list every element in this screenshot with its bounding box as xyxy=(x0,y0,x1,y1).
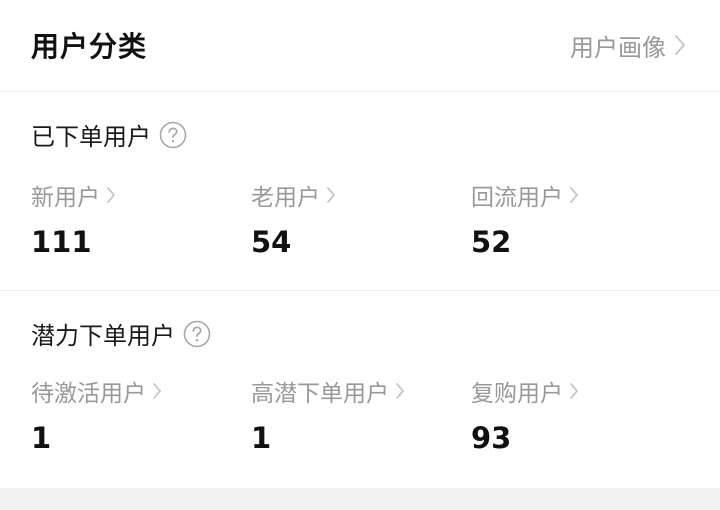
stat-label: 回流用户 xyxy=(471,185,563,211)
stat-repurchase-users[interactable]: 复购用户 93 xyxy=(471,374,671,455)
stat-old-users[interactable]: 老用户 54 xyxy=(251,178,451,259)
stat-label: 新用户 xyxy=(31,185,100,211)
section-title: 潜力下单用户 xyxy=(31,316,211,351)
stat-returning-users[interactable]: 回流用户 52 xyxy=(471,178,671,259)
potential-users-section: 潜力下单用户 待激活用户 1 高潜下单用户 1 复购用户 93 xyxy=(0,292,720,488)
chevron-right-icon xyxy=(570,187,578,203)
stat-value: 111 xyxy=(31,225,92,259)
stat-pending-activation-users[interactable]: 待激活用户 1 xyxy=(31,374,231,455)
stat-value: 1 xyxy=(251,421,272,455)
footer-spacer xyxy=(0,488,720,510)
ordered-users-title: 已下单用户 xyxy=(31,123,151,151)
stat-label: 高潜下单用户 xyxy=(251,381,389,407)
stat-new-users[interactable]: 新用户 111 xyxy=(31,178,231,259)
user-portrait-label: 用户画像 xyxy=(570,33,666,62)
user-portrait-link[interactable]: 用户画像 xyxy=(570,28,686,62)
stat-high-potential-users[interactable]: 高潜下单用户 1 xyxy=(251,374,451,455)
stat-value: 1 xyxy=(31,421,52,455)
stat-value: 93 xyxy=(471,421,512,455)
page-title: 用户分类 xyxy=(31,30,148,63)
stat-value: 54 xyxy=(251,225,292,259)
stat-value: 52 xyxy=(471,225,512,259)
potential-users-title: 潜力下单用户 xyxy=(31,322,175,350)
section-title: 已下单用户 xyxy=(31,117,187,152)
chevron-right-icon xyxy=(675,35,685,55)
stat-label: 待激活用户 xyxy=(31,381,146,407)
chevron-right-icon xyxy=(327,187,335,203)
chevron-right-icon xyxy=(107,187,115,203)
page-header: 用户分类 用户画像 xyxy=(0,0,720,92)
chevron-right-icon xyxy=(396,383,404,399)
stat-label: 复购用户 xyxy=(471,381,563,407)
stat-label: 老用户 xyxy=(251,185,320,211)
chevron-right-icon xyxy=(570,383,578,399)
ordered-users-section: 已下单用户 新用户 111 老用户 54 回流用户 52 xyxy=(0,93,720,291)
question-circle-icon[interactable] xyxy=(159,121,187,149)
question-circle-icon[interactable] xyxy=(183,320,211,348)
chevron-right-icon xyxy=(153,383,161,399)
